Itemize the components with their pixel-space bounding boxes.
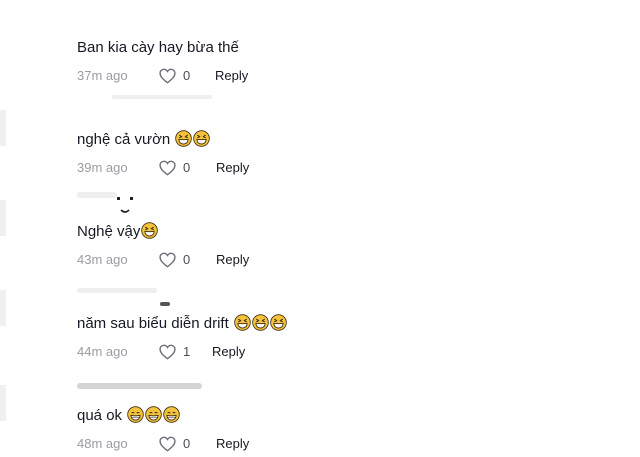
comments-panel: Ban kia cày hay bừa thế 37m ago 0 Reply …: [0, 0, 640, 457]
comment-timestamp: 37m ago: [77, 68, 128, 83]
comment-text: Nghệ vậy: [77, 221, 159, 243]
grin-squint-emoji-icon: [270, 314, 287, 331]
like-count: 0: [183, 160, 191, 175]
comment-text: quá ok: [77, 405, 180, 427]
like-count: 0: [183, 252, 191, 267]
comment-text: Ban kia cày hay bừa thế: [77, 37, 239, 59]
like-heart-icon[interactable]: [159, 344, 176, 360]
comment-text: nghệ cả vườn: [77, 129, 211, 151]
left-edge-artifact: [0, 290, 6, 326]
grin-squint-emoji-icon: [193, 130, 211, 147]
like-heart-icon[interactable]: [159, 160, 176, 176]
comment-item: Ban kia cày hay bừa thế 37m ago 0 Reply: [77, 37, 617, 97]
left-edge-artifact: [0, 200, 6, 236]
comment-timestamp: 48m ago: [77, 436, 128, 451]
reply-button[interactable]: Reply: [212, 341, 245, 363]
small-face-artifact: [114, 195, 136, 217]
comment-item: năm sau biểu diễn drift 44m ago 1 Reply: [77, 313, 617, 373]
grin-beam-emoji-icon: [163, 406, 180, 423]
grin-beam-emoji-icon: [145, 406, 162, 423]
like-count: 0: [183, 436, 191, 451]
comment-text: năm sau biểu diễn drift: [77, 313, 287, 335]
grin-squint-emoji-icon: [141, 222, 159, 239]
comment-item: Nghệ vậy 43m ago 0 Reply: [77, 221, 617, 281]
left-edge-artifact: [0, 385, 6, 421]
grin-beam-emoji-icon: [127, 406, 144, 423]
comment-body: Ban kia cày hay bừa thế: [77, 39, 239, 56]
comment-body: nghệ cả vườn: [77, 131, 171, 148]
grin-squint-emoji-icon: [234, 314, 251, 331]
comment-body: Nghệ vậy: [77, 223, 141, 240]
grin-squint-emoji-icon: [175, 130, 193, 147]
comment-timestamp: 43m ago: [77, 252, 128, 267]
comment-item: quá ok 48m ago 0 Reply: [77, 405, 617, 457]
reply-button[interactable]: Reply: [216, 433, 249, 455]
comment-item: nghệ cả vườn 39m ago 0 Reply: [77, 129, 617, 189]
grin-squint-emoji-icon: [252, 314, 269, 331]
like-heart-icon[interactable]: [159, 252, 176, 268]
like-heart-icon[interactable]: [159, 68, 176, 84]
reply-button[interactable]: Reply: [216, 249, 249, 271]
faded-username-artifact: [77, 383, 202, 389]
faded-username-artifact: [77, 288, 157, 293]
like-heart-icon[interactable]: [159, 436, 176, 452]
left-edge-artifact: [0, 110, 6, 146]
like-count: 1: [183, 344, 191, 359]
comment-body: quá ok: [77, 407, 123, 424]
comment-body: năm sau biểu diễn drift: [77, 315, 229, 332]
like-count: 0: [183, 68, 191, 83]
faded-username-artifact: [77, 192, 117, 198]
reply-button[interactable]: Reply: [216, 157, 249, 179]
reply-button[interactable]: Reply: [215, 65, 248, 87]
comment-timestamp: 39m ago: [77, 160, 128, 175]
comment-timestamp: 44m ago: [77, 344, 128, 359]
faded-username-artifact: [160, 302, 170, 306]
